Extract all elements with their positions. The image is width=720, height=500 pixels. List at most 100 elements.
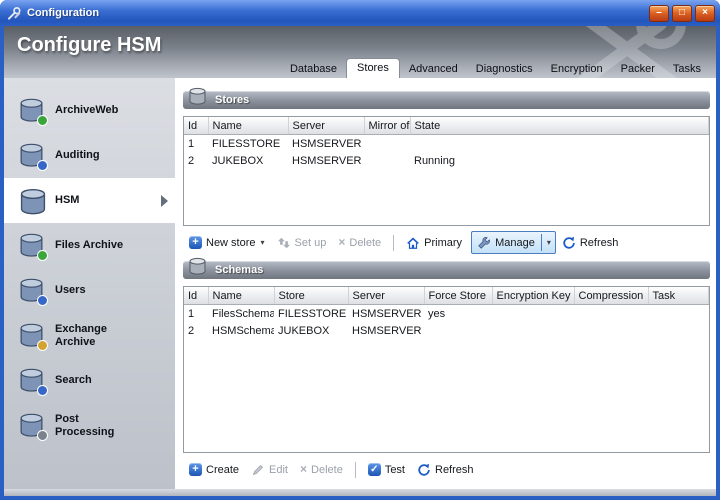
- refresh-label: Refresh: [579, 236, 619, 249]
- sidebar-item-hsm[interactable]: HSM: [4, 178, 175, 223]
- cell: [492, 322, 574, 339]
- delete-store-button[interactable]: × Delete: [332, 233, 387, 252]
- plus-icon: +: [189, 236, 202, 249]
- check-icon: ✓: [367, 463, 381, 476]
- column-header-name[interactable]: Name: [208, 117, 289, 135]
- delete-x-icon: ×: [300, 462, 308, 476]
- page-title: Configure HSM: [17, 34, 162, 56]
- cell: 2: [188, 324, 195, 337]
- toolbar-separator: [354, 461, 356, 478]
- manage-dropdown[interactable]: ▾: [540, 234, 555, 251]
- cell: FilesSchema: [212, 307, 274, 320]
- cell: [648, 305, 709, 323]
- stores-table-container: Id Name Server Mirror of State 1 FILESST…: [183, 116, 710, 226]
- schemas-header-row: Id Name Store Server Force Store Encrypt…: [184, 287, 709, 305]
- column-header-store[interactable]: Store: [274, 287, 349, 305]
- table-row[interactable]: 2 JUKEBOX HSMSERVER Running: [184, 152, 709, 169]
- delete-schema-button[interactable]: × Delete: [294, 460, 349, 479]
- exchange-archive-icon: [17, 321, 48, 351]
- tab-advanced[interactable]: Advanced: [400, 60, 467, 78]
- stores-section-bar: Stores: [183, 87, 710, 109]
- sidebar-item-post-processing[interactable]: Post Processing: [4, 403, 175, 448]
- column-header-id[interactable]: Id: [184, 117, 209, 135]
- close-button[interactable]: ×: [695, 4, 715, 22]
- table-row[interactable]: 2 HSMSchema JUKEBOX HSMSERVER: [184, 322, 709, 339]
- column-header-task[interactable]: Task: [648, 287, 709, 305]
- column-header-state[interactable]: State: [410, 117, 709, 135]
- set-up-button[interactable]: Set up: [271, 233, 333, 253]
- tools-icon: [7, 6, 21, 20]
- column-header-mirror-of[interactable]: Mirror of: [364, 117, 411, 135]
- table-row[interactable]: 1 FILESSTORE HSMSERVER: [184, 135, 709, 153]
- create-button[interactable]: + Create: [183, 460, 245, 479]
- column-header-id[interactable]: Id: [184, 287, 209, 305]
- sidebar-item-exchange-archive[interactable]: Exchange Archive: [4, 313, 175, 358]
- gear-badge-icon: [37, 430, 48, 441]
- stores-section-title: Stores: [215, 94, 250, 106]
- refresh-schemas-button[interactable]: Refresh: [411, 460, 480, 480]
- tab-packer[interactable]: Packer: [612, 60, 664, 78]
- cell: JUKEBOX: [212, 154, 264, 167]
- globe-badge-icon: [37, 115, 48, 126]
- cell: Running: [414, 154, 455, 167]
- column-header-compression[interactable]: Compression: [574, 287, 649, 305]
- cell: JUKEBOX: [278, 324, 330, 337]
- tab-tasks[interactable]: Tasks: [664, 60, 710, 78]
- tab-database[interactable]: Database: [281, 60, 346, 78]
- magnifier-badge-icon: [37, 385, 48, 396]
- plus-icon: +: [189, 463, 202, 476]
- sidebar-item-auditing[interactable]: Auditing: [4, 133, 175, 178]
- page-header: Configure HSM Database Stores Advanced D…: [4, 26, 716, 78]
- toolbar-separator: [393, 234, 395, 251]
- new-store-button[interactable]: + New store ▾: [183, 233, 271, 252]
- delete-x-icon: ×: [338, 235, 346, 249]
- refresh-icon: [418, 463, 430, 476]
- column-header-name[interactable]: Name: [208, 287, 275, 305]
- title-bar[interactable]: Configuration – □ ×: [0, 0, 720, 26]
- column-header-server[interactable]: Server: [288, 117, 365, 135]
- window-title: Configuration: [27, 7, 100, 19]
- test-button[interactable]: ✓ Test: [362, 460, 411, 479]
- primary-button[interactable]: Primary: [400, 233, 468, 253]
- stores-header-row: Id Name Server Mirror of State: [184, 117, 709, 135]
- window-bottom-bar: [4, 489, 716, 496]
- wrench-icon: [478, 236, 491, 249]
- sidebar-item-files-archive[interactable]: Files Archive: [4, 223, 175, 268]
- maximize-button[interactable]: □: [672, 4, 692, 22]
- archiveweb-icon: [17, 96, 48, 126]
- hsm-icon: [17, 186, 46, 215]
- sidebar-item-archiveweb[interactable]: ArchiveWeb: [4, 88, 175, 133]
- cell: HSMSERVER: [292, 154, 362, 167]
- refresh-stores-button[interactable]: Refresh: [556, 233, 625, 253]
- header-tabs: Database Stores Advanced Diagnostics Enc…: [281, 58, 710, 78]
- schemas-toolbar: + Create Edit × Delete ✓ Test Refresh: [183, 456, 710, 483]
- user-badge-icon: [37, 295, 48, 306]
- edit-button[interactable]: Edit: [245, 460, 294, 480]
- minimize-button[interactable]: –: [649, 4, 669, 22]
- cell: HSMSERVER: [292, 137, 362, 150]
- tab-diagnostics[interactable]: Diagnostics: [467, 60, 542, 78]
- column-header-encryption-key[interactable]: Encryption Key: [492, 287, 575, 305]
- files-archive-icon: [17, 231, 48, 261]
- post-processing-icon: [17, 411, 48, 441]
- column-header-force-store[interactable]: Force Store: [424, 287, 493, 305]
- manage-button[interactable]: Manage ▾: [471, 231, 556, 254]
- column-header-server[interactable]: Server: [348, 287, 425, 305]
- sidebar-item-label: ArchiveWeb: [55, 104, 119, 117]
- tab-encryption[interactable]: Encryption: [542, 60, 612, 78]
- window-body: Configure HSM Database Stores Advanced D…: [4, 26, 716, 496]
- cell: [364, 152, 410, 169]
- chevron-down-icon[interactable]: ▾: [261, 238, 265, 247]
- cell: HSMSERVER: [352, 324, 422, 337]
- sidebar-item-users[interactable]: Users: [4, 268, 175, 313]
- cell: [574, 322, 648, 339]
- tab-stores[interactable]: Stores: [346, 58, 400, 78]
- home-icon: [407, 237, 419, 249]
- cell: FILESSTORE: [278, 307, 347, 320]
- cell: 1: [188, 307, 195, 320]
- sidebar-item-label: Users: [55, 284, 86, 297]
- table-row[interactable]: 1 FilesSchema FILESSTORE HSMSERVER yes: [184, 305, 709, 323]
- cell: HSMSchema: [212, 324, 274, 337]
- schemas-section-title: Schemas: [215, 264, 264, 276]
- sidebar-item-search[interactable]: Search: [4, 358, 175, 403]
